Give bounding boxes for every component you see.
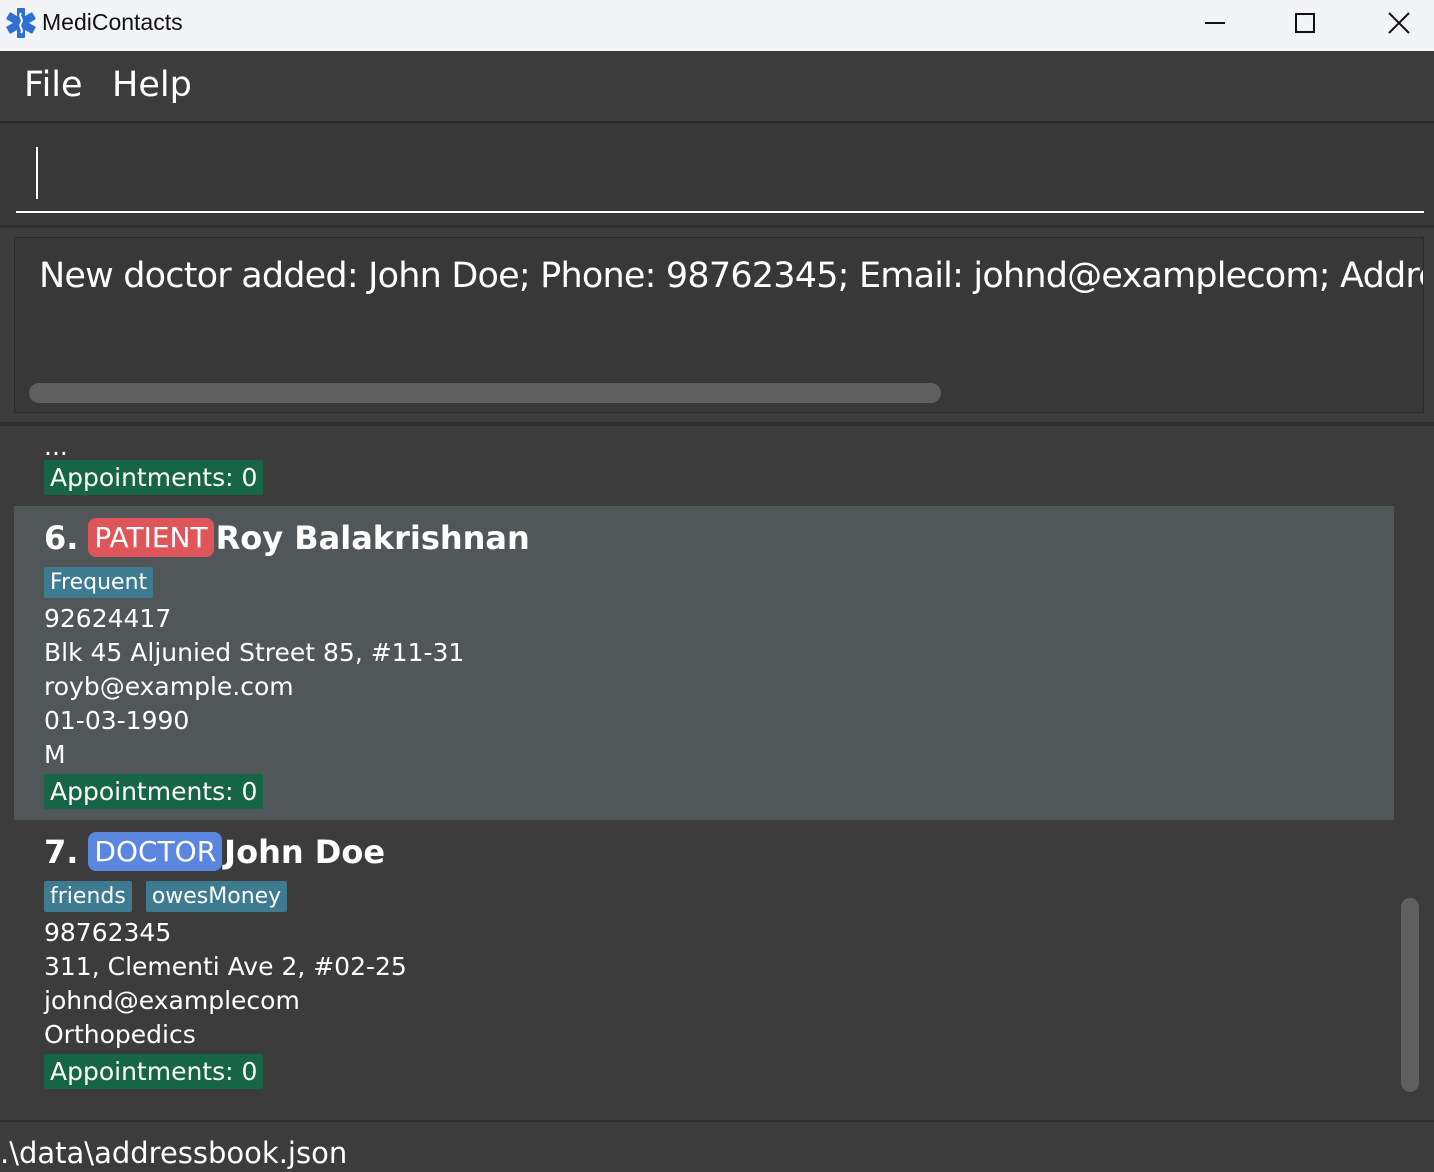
appointments-badge: Appointments: 0 — [44, 1054, 264, 1089]
person-list[interactable]: ... Appointments: 0 6. PATIENT Roy Balak… — [14, 430, 1394, 1100]
horizontal-scrollbar[interactable] — [29, 383, 941, 403]
maximize-button[interactable] — [1260, 0, 1350, 46]
phone: 98762345 — [44, 918, 172, 947]
divider — [0, 422, 1434, 426]
phone: 92624417 — [44, 604, 172, 633]
result-message: New doctor added: John Doe; Phone: 98762… — [39, 256, 1423, 296]
card-index: 7. — [44, 832, 79, 871]
menu-file[interactable]: File — [24, 65, 83, 105]
tag: Frequent — [44, 567, 154, 598]
person-name: Roy Balakrishnan — [215, 518, 530, 557]
list-item-selected[interactable]: 6. PATIENT Roy Balakrishnan Frequent 926… — [14, 506, 1394, 820]
command-input[interactable] — [16, 123, 1424, 213]
list-item[interactable]: ... Appointments: 0 — [14, 430, 1394, 506]
close-button[interactable] — [1354, 0, 1434, 46]
person-name: John Doe — [224, 832, 386, 871]
window-title: MediContacts — [42, 9, 183, 35]
save-location: .\data\addressbook.json — [0, 1136, 348, 1170]
status-bar: .\data\addressbook.json — [0, 1120, 1434, 1172]
address: Blk 45 Aljunied Street 85, #11-31 — [44, 638, 465, 667]
text-caret — [36, 147, 38, 199]
truncated-field: ... — [44, 432, 68, 461]
command-box — [0, 123, 1434, 228]
card-title: 7. DOCTOR John Doe — [44, 832, 385, 871]
tag: friends — [44, 881, 132, 912]
menu-bar: File Help — [0, 51, 1434, 123]
specialty: Orthopedics — [44, 1020, 196, 1049]
medical-star-icon — [6, 8, 36, 38]
appointments-badge: Appointments: 0 — [44, 774, 264, 809]
minimize-icon — [1205, 22, 1225, 24]
doctor-badge: DOCTOR — [88, 832, 223, 871]
title-bar: MediContacts — [0, 0, 1434, 51]
tag-list: friends owesMoney — [44, 881, 288, 912]
minimize-button[interactable] — [1170, 0, 1260, 46]
gender: M — [44, 740, 66, 769]
card-index: 6. — [44, 518, 79, 557]
tag: owesMoney — [145, 881, 288, 912]
patient-badge: PATIENT — [88, 518, 214, 557]
address: 311, Clementi Ave 2, #02-25 — [44, 952, 407, 981]
email: johnd@examplecom — [44, 986, 300, 1015]
maximize-icon — [1295, 13, 1315, 33]
result-display[interactable]: New doctor added: John Doe; Phone: 98762… — [14, 237, 1424, 413]
tag-list: Frequent — [44, 567, 154, 598]
menu-help[interactable]: Help — [112, 65, 192, 105]
email: royb@example.com — [44, 672, 294, 701]
date-of-birth: 01-03-1990 — [44, 706, 190, 735]
card-title: 6. PATIENT Roy Balakrishnan — [44, 518, 530, 557]
close-icon — [1388, 12, 1410, 34]
vertical-scrollbar-thumb[interactable] — [1401, 898, 1419, 1092]
list-item[interactable]: 7. DOCTOR John Doe friends owesMoney 987… — [14, 820, 1394, 1100]
appointments-badge: Appointments: 0 — [44, 460, 264, 495]
